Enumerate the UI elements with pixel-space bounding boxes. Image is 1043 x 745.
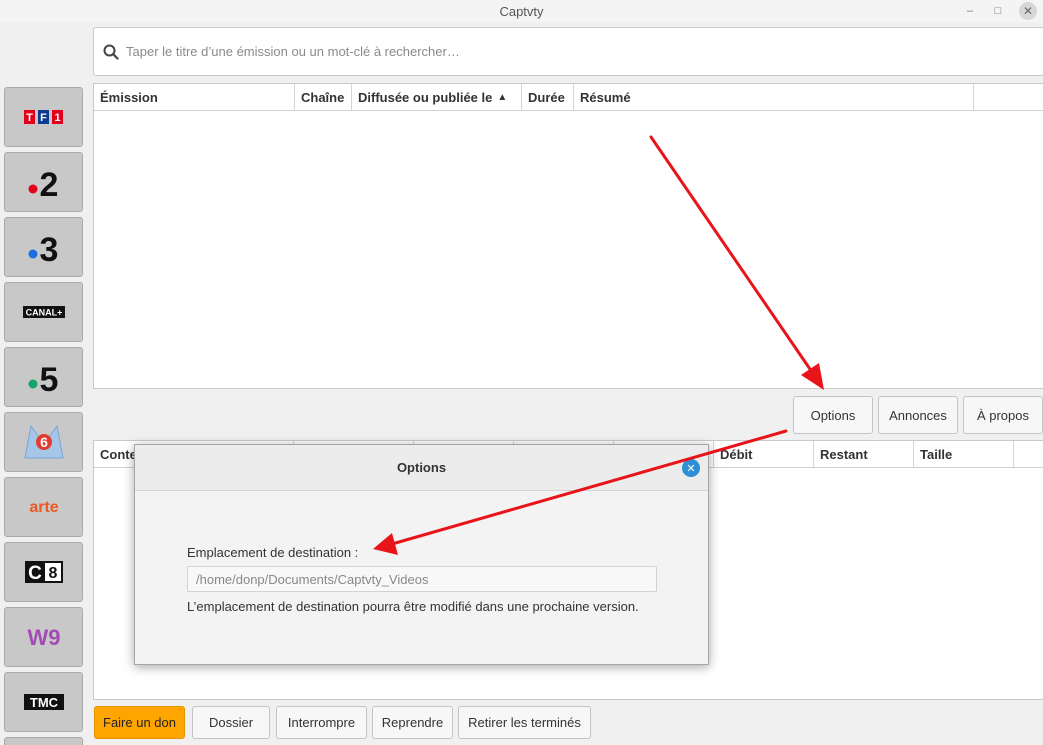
svg-text:3: 3 [39,231,58,264]
svg-text:1: 1 [54,112,60,124]
search-icon [103,44,119,60]
programs-table-header: Émission Chaîne Diffusée ou publiée le ▲… [94,84,1043,111]
tmc-logo-icon: TMC [23,694,64,710]
interrupt-button[interactable]: Interrompre [276,706,367,739]
folder-button[interactable]: Dossier [192,706,270,739]
window-title: Captvty [499,3,544,19]
column-debit[interactable]: Débit [714,441,814,467]
column-diffusee[interactable]: Diffusée ou publiée le ▲ [352,84,522,110]
channel-france5[interactable]: 5 [4,347,83,407]
svg-text:5: 5 [39,361,58,394]
channel-w9[interactable]: W9 [4,607,83,667]
m6-logo-icon: 6 [23,424,64,459]
resume-button[interactable]: Reprendre [372,706,453,739]
svg-text:CANAL+: CANAL+ [25,308,62,318]
france2-logo-icon: 2 [28,166,58,199]
apropos-button[interactable]: À propos [963,396,1043,434]
channel-m6[interactable]: 6 [4,412,83,472]
dialog-close-icon[interactable]: ✕ [682,459,700,477]
svg-text:2: 2 [39,166,58,199]
title-bar: Captvty – □ ✕ [0,0,1043,22]
maximize-icon[interactable]: □ [991,4,1005,18]
search-box[interactable] [93,27,1043,76]
column-taille[interactable]: Taille [914,441,1014,467]
svg-text:6: 6 [40,434,48,450]
channel-canalplus[interactable]: CANAL+ [4,282,83,342]
dialog-header: Options [135,445,708,491]
donate-button[interactable]: Faire un don [94,706,185,739]
france5-logo-icon: 5 [28,361,58,394]
tf1-logo-icon: T F 1 [23,110,63,124]
column-filler [974,84,1043,110]
minimize-icon[interactable]: – [963,4,977,18]
channel-france3[interactable]: 3 [4,217,83,277]
svg-text:arte: arte [29,499,58,516]
dialog-title: Options [396,460,447,475]
search-input[interactable] [126,44,926,59]
channel-more[interactable] [4,737,83,745]
column-resume[interactable]: Résumé [574,84,974,110]
svg-text:W9: W9 [27,625,60,649]
svg-text:TMC: TMC [29,695,58,710]
options-dialog: Options ✕ Emplacement de destination : L… [134,444,709,665]
destination-note: L’emplacement de destination pourra être… [187,599,639,614]
clear-finished-button[interactable]: Retirer les terminés [458,706,591,739]
sort-ascending-icon: ▲ [497,91,508,103]
france3-logo-icon: 3 [28,231,58,264]
svg-text:C: C [28,563,42,583]
destination-field[interactable] [187,566,657,592]
channel-arte[interactable]: arte [4,477,83,537]
column-chaine[interactable]: Chaîne [295,84,352,110]
column-emission[interactable]: Émission [94,84,295,110]
channel-tmc[interactable]: TMC [4,672,83,732]
channel-tf1[interactable]: T F 1 [4,87,83,147]
destination-label: Emplacement de destination : [187,545,359,560]
channel-c8[interactable]: C 8 [4,542,83,602]
channel-sidebar: T F 1 2 3 CANAL+ 5 6 arte C 8 W9 TMC [0,80,88,745]
channel-france2[interactable]: 2 [4,152,83,212]
svg-text:8: 8 [48,565,57,582]
column-duree[interactable]: Durée [522,84,574,110]
canalplus-logo-icon: CANAL+ [22,306,65,318]
svg-text:F: F [40,112,47,124]
window-controls: – □ ✕ [963,0,1037,22]
options-button[interactable]: Options [793,396,873,434]
column-restant[interactable]: Restant [814,441,914,467]
annonces-button[interactable]: Annonces [878,396,958,434]
column-filler [1014,441,1043,467]
svg-text:T: T [26,112,33,124]
arte-logo-icon: arte [29,499,58,516]
w9-logo-icon: W9 [27,625,60,649]
programs-table: Émission Chaîne Diffusée ou publiée le ▲… [93,83,1043,389]
close-icon[interactable]: ✕ [1019,2,1037,20]
c8-logo-icon: C 8 [24,561,63,583]
